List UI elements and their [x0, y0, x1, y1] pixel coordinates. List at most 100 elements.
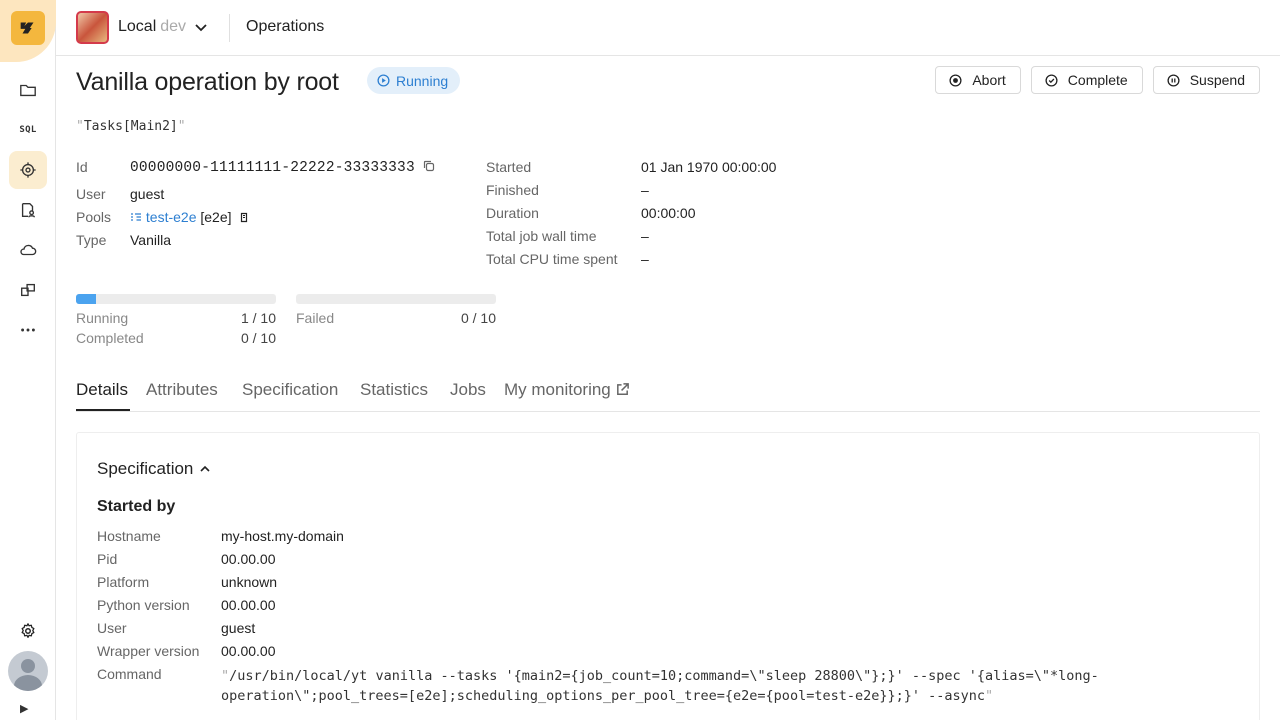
hostname-value: my-host.my-domain	[221, 528, 344, 544]
platform-label: Platform	[97, 574, 150, 590]
user-avatar[interactable]	[8, 651, 48, 691]
user-label: User	[76, 186, 106, 202]
started-by-title: Started by	[97, 498, 176, 515]
sidebar-expand-icon[interactable]: ▶	[20, 702, 28, 715]
finished-value: –	[641, 182, 649, 198]
pool-link[interactable]: test-e2e	[146, 209, 197, 225]
operation-title: Vanilla operation by root	[76, 68, 339, 96]
edit-pool-icon[interactable]	[238, 211, 250, 223]
wall-time-label: Total job wall time	[486, 228, 597, 244]
completed-label: Completed	[76, 330, 144, 346]
gear-icon	[21, 623, 35, 638]
sidebar-item-queries[interactable]: SQL	[9, 111, 47, 149]
operation-page: Vanilla operation by root Running Abort …	[76, 56, 1260, 720]
tab-attributes[interactable]: Attributes	[146, 380, 218, 400]
accounts-icon	[21, 203, 35, 218]
spec-user-label: User	[97, 620, 127, 636]
type-label: Type	[76, 232, 107, 248]
operation-meta-right: Started 01 Jan 1970 00:00:00 Finished – …	[486, 159, 886, 279]
operation-actions: Abort Complete Suspend	[935, 66, 1260, 94]
command-text-1: /usr/bin/local/yt vanilla --tasks '{main…	[229, 668, 1099, 684]
cluster-selector[interactable]: Local dev	[118, 18, 186, 36]
id-value: 00000000-11111111-22222-33333333	[130, 160, 435, 176]
wrapper-version-label: Wrapper version	[97, 643, 200, 659]
complete-button-label: Complete	[1067, 72, 1128, 88]
settings-button[interactable]	[9, 612, 47, 650]
tab-jobs[interactable]: Jobs	[450, 380, 486, 400]
sql-icon: SQL	[19, 125, 37, 135]
python-version-label: Python version	[97, 597, 190, 613]
failed-progress-bar	[296, 294, 496, 304]
pool-list-icon	[131, 213, 141, 221]
cluster-env: dev	[160, 18, 187, 35]
status-badge-label: Running	[396, 72, 449, 89]
cloud-icon	[20, 244, 37, 256]
folder-icon	[20, 84, 36, 97]
status-badge: Running	[367, 67, 461, 94]
copy-icon[interactable]	[423, 160, 435, 172]
started-label: Started	[486, 159, 532, 175]
running-count: 1 / 10	[240, 310, 276, 326]
duration-label: Duration	[486, 205, 539, 221]
running-progress-fill	[76, 294, 96, 304]
active-tab-indicator	[76, 409, 130, 411]
specification-section-title: Specification	[97, 459, 194, 478]
chevron-down-icon[interactable]	[194, 17, 208, 37]
command-text-2: operation\";pool_trees=[e2e];scheduling_…	[221, 688, 986, 704]
suspend-button-label: Suspend	[1189, 72, 1245, 88]
pid-value: 00.00.00	[221, 551, 276, 567]
more-icon	[21, 328, 35, 332]
sidebar-item-system[interactable]	[9, 231, 47, 269]
complete-button[interactable]: Complete	[1030, 66, 1143, 94]
pid-label: Pid	[97, 551, 118, 567]
started-value: 01 Jan 1970 00:00:00	[641, 159, 777, 175]
operation-tabs: Details Attributes Specification Statist…	[76, 376, 1260, 412]
top-header: Local dev Operations	[56, 0, 1280, 56]
sidebar-item-components[interactable]	[9, 271, 47, 309]
chevron-up-icon	[200, 465, 210, 472]
play-icon	[377, 74, 390, 87]
avatar-body	[14, 675, 42, 691]
user-value: guest	[130, 186, 165, 202]
avatar-head	[21, 659, 35, 673]
failed-count: 0 / 10	[460, 310, 496, 326]
type-value: Vanilla	[130, 232, 171, 248]
python-version-value: 00.00.00	[221, 597, 276, 613]
id-label: Id	[76, 159, 88, 175]
details-panel: Specification Started by Hostname my-hos…	[76, 432, 1260, 720]
completed-count: 0 / 10	[240, 330, 276, 346]
cluster-name: Local	[118, 18, 157, 35]
duration-value: 00:00:00	[641, 205, 696, 221]
operation-title-attribute: "Tasks[Main2]"	[76, 119, 186, 134]
failed-label: Failed	[296, 310, 335, 326]
pools-value: test-e2e [e2e]	[130, 209, 250, 225]
command-line-1: "/usr/bin/local/yt vanilla --tasks '{mai…	[221, 668, 1099, 684]
platform-value: unknown	[221, 574, 278, 590]
suspend-button[interactable]: Suspend	[1152, 66, 1260, 94]
spec-user-value: guest	[221, 620, 256, 636]
pause-icon	[1167, 73, 1180, 87]
tab-specification[interactable]: Specification	[242, 380, 338, 400]
sidebar-item-more[interactable]	[9, 311, 47, 349]
specification-section-toggle[interactable]: Specification	[97, 459, 211, 479]
pools-label: Pools	[76, 209, 112, 225]
sidebar-item-navigation[interactable]	[9, 71, 47, 109]
app-logo[interactable]	[11, 11, 45, 45]
command-label: Command	[97, 666, 162, 682]
abort-button[interactable]: Abort	[935, 66, 1021, 94]
tab-details[interactable]: Details	[76, 380, 128, 400]
tab-statistics[interactable]: Statistics	[360, 380, 428, 400]
sidebar-item-operations[interactable]	[9, 151, 47, 189]
tab-my-monitoring[interactable]: My monitoring	[504, 380, 630, 400]
hostname-label: Hostname	[97, 528, 161, 544]
tab-my-monitoring-label: My monitoring	[504, 380, 611, 399]
page-title: Operations	[246, 18, 325, 35]
cpu-time-label: Total CPU time spent	[486, 251, 618, 267]
sidebar-item-accounts[interactable]	[9, 191, 47, 229]
abort-button-label: Abort	[972, 72, 1006, 88]
id-text: 00000000-11111111-22222-33333333	[130, 160, 415, 176]
left-sidebar: SQL ▶	[0, 0, 56, 720]
cluster-image[interactable]	[76, 11, 109, 44]
check-circle-icon	[1045, 73, 1058, 87]
operations-icon	[20, 162, 36, 178]
